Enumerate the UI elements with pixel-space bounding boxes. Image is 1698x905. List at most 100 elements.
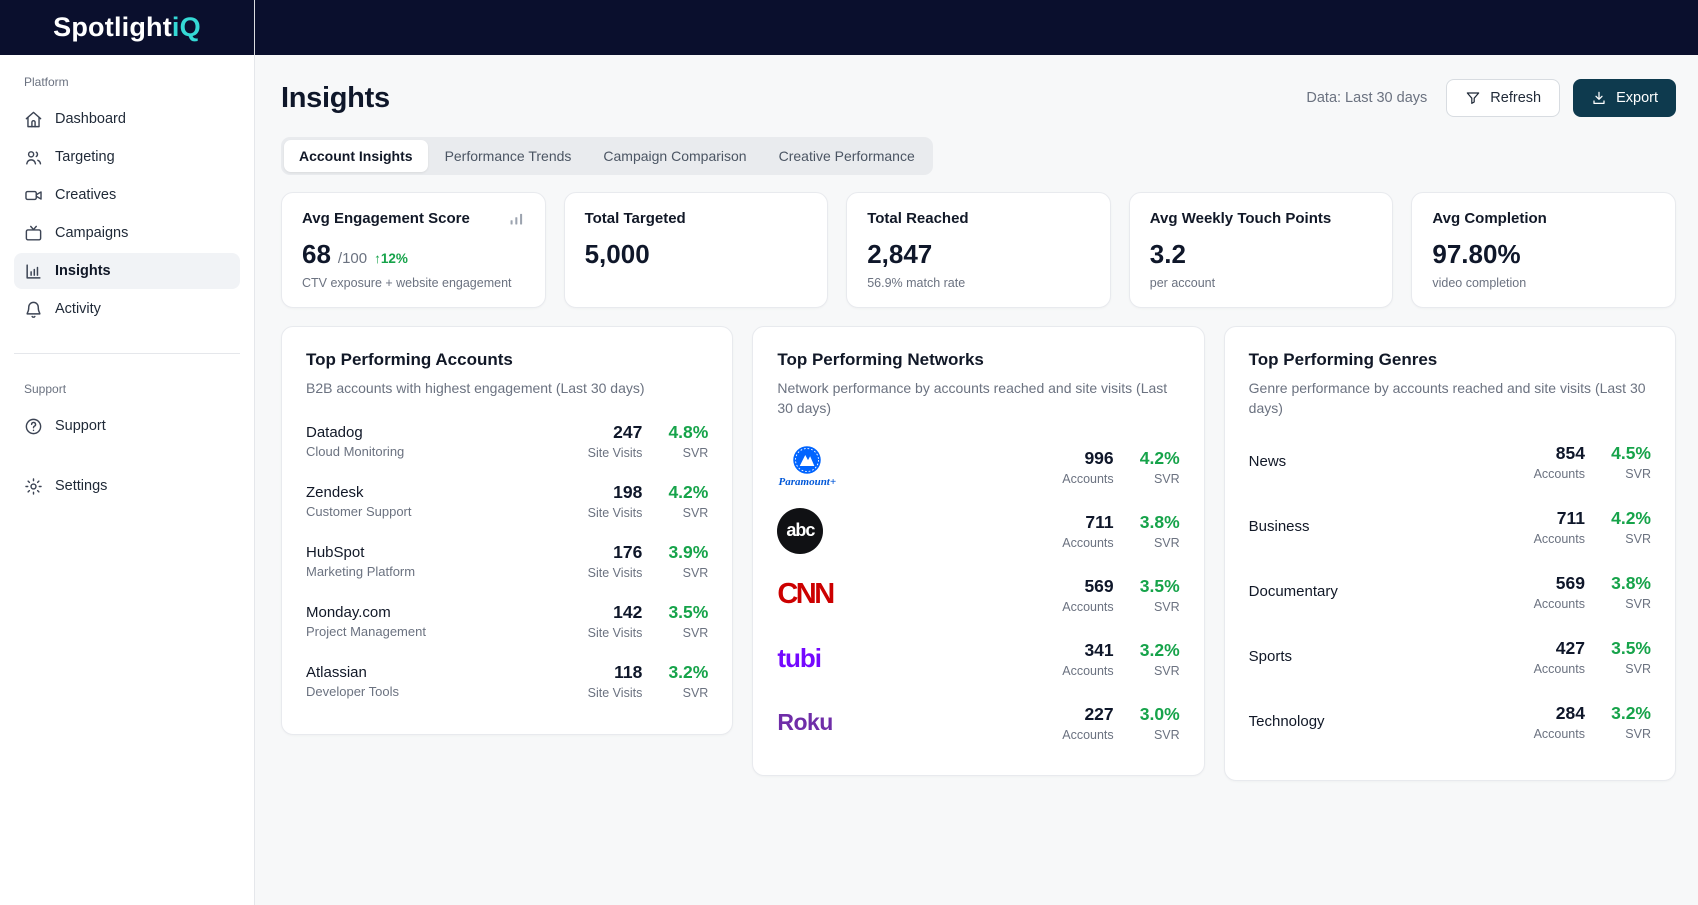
export-button[interactable]: Export: [1573, 79, 1676, 117]
sidebar-item-campaigns[interactable]: Campaigns: [14, 215, 240, 251]
kpi-card-engagement: Avg Engagement Score 68 /100 ↑12% CTV ex…: [281, 192, 546, 308]
network-logo-text: Paramount+: [779, 476, 837, 488]
tab-campaign-comparison[interactable]: Campaign Comparison: [588, 140, 761, 172]
sidebar-item-label: Activity: [55, 301, 101, 317]
svr-label: SVR: [1605, 532, 1651, 546]
svr-value: 3.2%: [662, 662, 708, 683]
filter-funnel-icon: [1465, 90, 1481, 106]
help-circle-icon: [24, 417, 43, 436]
abc-logo: abc: [777, 508, 823, 554]
network-row: CNN 569Accounts 3.5%SVR: [777, 571, 1179, 619]
panel-subtitle: Genre performance by accounts reached an…: [1249, 378, 1651, 419]
sidebar-item-targeting[interactable]: Targeting: [14, 139, 240, 175]
panel-top-genres: Top Performing Genres Genre performance …: [1224, 326, 1676, 781]
accounts-value: 227: [1062, 704, 1113, 725]
site-visits-label: Site Visits: [588, 626, 643, 640]
kpi-denominator: /100: [338, 250, 367, 267]
svr-label: SVR: [662, 446, 708, 460]
panel-subtitle: B2B accounts with highest engagement (La…: [306, 378, 708, 398]
refresh-button-label: Refresh: [1490, 90, 1541, 106]
site-visits-label: Site Visits: [588, 446, 643, 460]
svr-label: SVR: [1134, 472, 1180, 486]
svr-value: 3.8%: [1134, 512, 1180, 533]
page-title: Insights: [281, 82, 390, 115]
svr-label: SVR: [1134, 664, 1180, 678]
main-content: Insights Data: Last 30 days Refresh Expo…: [255, 55, 1698, 905]
brand-logo[interactable]: SpotlightiQ: [0, 0, 255, 55]
kpi-card-completion: Avg Completion 97.80% video completion: [1411, 192, 1676, 308]
sidebar-section-platform: Platform: [14, 75, 240, 89]
sidebar-item-insights[interactable]: Insights: [14, 253, 240, 289]
kpi-card-reached: Total Reached 2,847 56.9% match rate: [846, 192, 1111, 308]
genre-row: Technology 284Accounts 3.2%SVR: [1249, 703, 1651, 741]
kpi-subtitle: per account: [1150, 276, 1373, 290]
svr-label: SVR: [662, 686, 708, 700]
svr-label: SVR: [1605, 727, 1651, 741]
genre-row: Sports 427Accounts 3.5%SVR: [1249, 638, 1651, 676]
account-category: Customer Support: [306, 504, 412, 519]
sidebar-item-dashboard[interactable]: Dashboard: [14, 101, 240, 137]
sidebar-item-label: Campaigns: [55, 225, 128, 241]
site-visits-value: 176: [588, 542, 643, 563]
account-category: Marketing Platform: [306, 564, 415, 579]
accounts-label: Accounts: [1534, 467, 1585, 481]
tab-account-insights[interactable]: Account Insights: [284, 140, 428, 172]
panel-top-networks: Top Performing Networks Network performa…: [752, 326, 1204, 776]
site-visits-value: 142: [588, 602, 643, 623]
bell-icon: [24, 300, 43, 319]
genre-name: Sports: [1249, 648, 1292, 665]
svr-value: 3.8%: [1605, 573, 1651, 594]
accounts-value: 284: [1534, 703, 1585, 724]
genre-name: Documentary: [1249, 583, 1338, 600]
panel-title: Top Performing Networks: [777, 350, 1179, 370]
accounts-label: Accounts: [1534, 597, 1585, 611]
tab-performance-trends[interactable]: Performance Trends: [430, 140, 587, 172]
svr-label: SVR: [1134, 536, 1180, 550]
sidebar-item-creatives[interactable]: Creatives: [14, 177, 240, 213]
svr-label: SVR: [662, 506, 708, 520]
accounts-label: Accounts: [1534, 662, 1585, 676]
svr-label: SVR: [662, 566, 708, 580]
accounts-value: 711: [1062, 512, 1113, 533]
svr-value: 4.2%: [1605, 508, 1651, 529]
svr-label: SVR: [1605, 467, 1651, 481]
kpi-value: 97.80%: [1432, 241, 1520, 267]
sidebar: Platform Dashboard Targeting Creatives C…: [0, 55, 255, 905]
kpi-title: Avg Completion: [1432, 210, 1546, 227]
sidebar-divider: [14, 353, 240, 354]
sidebar-item-settings[interactable]: Settings: [14, 468, 240, 504]
svr-value: 3.2%: [1134, 640, 1180, 661]
kpi-title: Total Targeted: [585, 210, 686, 227]
sidebar-item-label: Insights: [55, 263, 111, 279]
account-category: Developer Tools: [306, 684, 399, 699]
account-name: HubSpot: [306, 544, 415, 561]
kpi-title: Avg Weekly Touch Points: [1150, 210, 1331, 227]
kpi-subtitle: CTV exposure + website engagement: [302, 276, 525, 290]
refresh-button[interactable]: Refresh: [1446, 79, 1560, 117]
kpi-title: Avg Engagement Score: [302, 210, 470, 227]
export-button-label: Export: [1616, 90, 1658, 106]
users-icon: [24, 148, 43, 167]
cnn-logo: CNN: [777, 578, 832, 611]
svr-label: SVR: [662, 626, 708, 640]
svr-value: 4.5%: [1605, 443, 1651, 464]
sidebar-item-support[interactable]: Support: [14, 408, 240, 444]
tv-icon: [24, 224, 43, 243]
genre-row: News 854Accounts 4.5%SVR: [1249, 443, 1651, 481]
roku-logo: Roku: [777, 709, 833, 736]
accounts-value: 711: [1534, 508, 1585, 529]
svr-value: 4.2%: [1134, 448, 1180, 469]
kpi-card-touchpoints: Avg Weekly Touch Points 3.2 per account: [1129, 192, 1394, 308]
account-category: Project Management: [306, 624, 426, 639]
account-name: Atlassian: [306, 664, 399, 681]
sidebar-section-support: Support: [14, 382, 240, 396]
panel-subtitle: Network performance by accounts reached …: [777, 378, 1179, 419]
svr-value: 4.2%: [662, 482, 708, 503]
account-name: Zendesk: [306, 484, 412, 501]
sidebar-item-activity[interactable]: Activity: [14, 291, 240, 327]
accounts-value: 854: [1534, 443, 1585, 464]
download-icon: [1591, 90, 1607, 106]
tab-creative-performance[interactable]: Creative Performance: [764, 140, 930, 172]
network-row: Paramount+ 996Accounts 4.2%SVR: [777, 443, 1179, 491]
accounts-value: 569: [1534, 573, 1585, 594]
